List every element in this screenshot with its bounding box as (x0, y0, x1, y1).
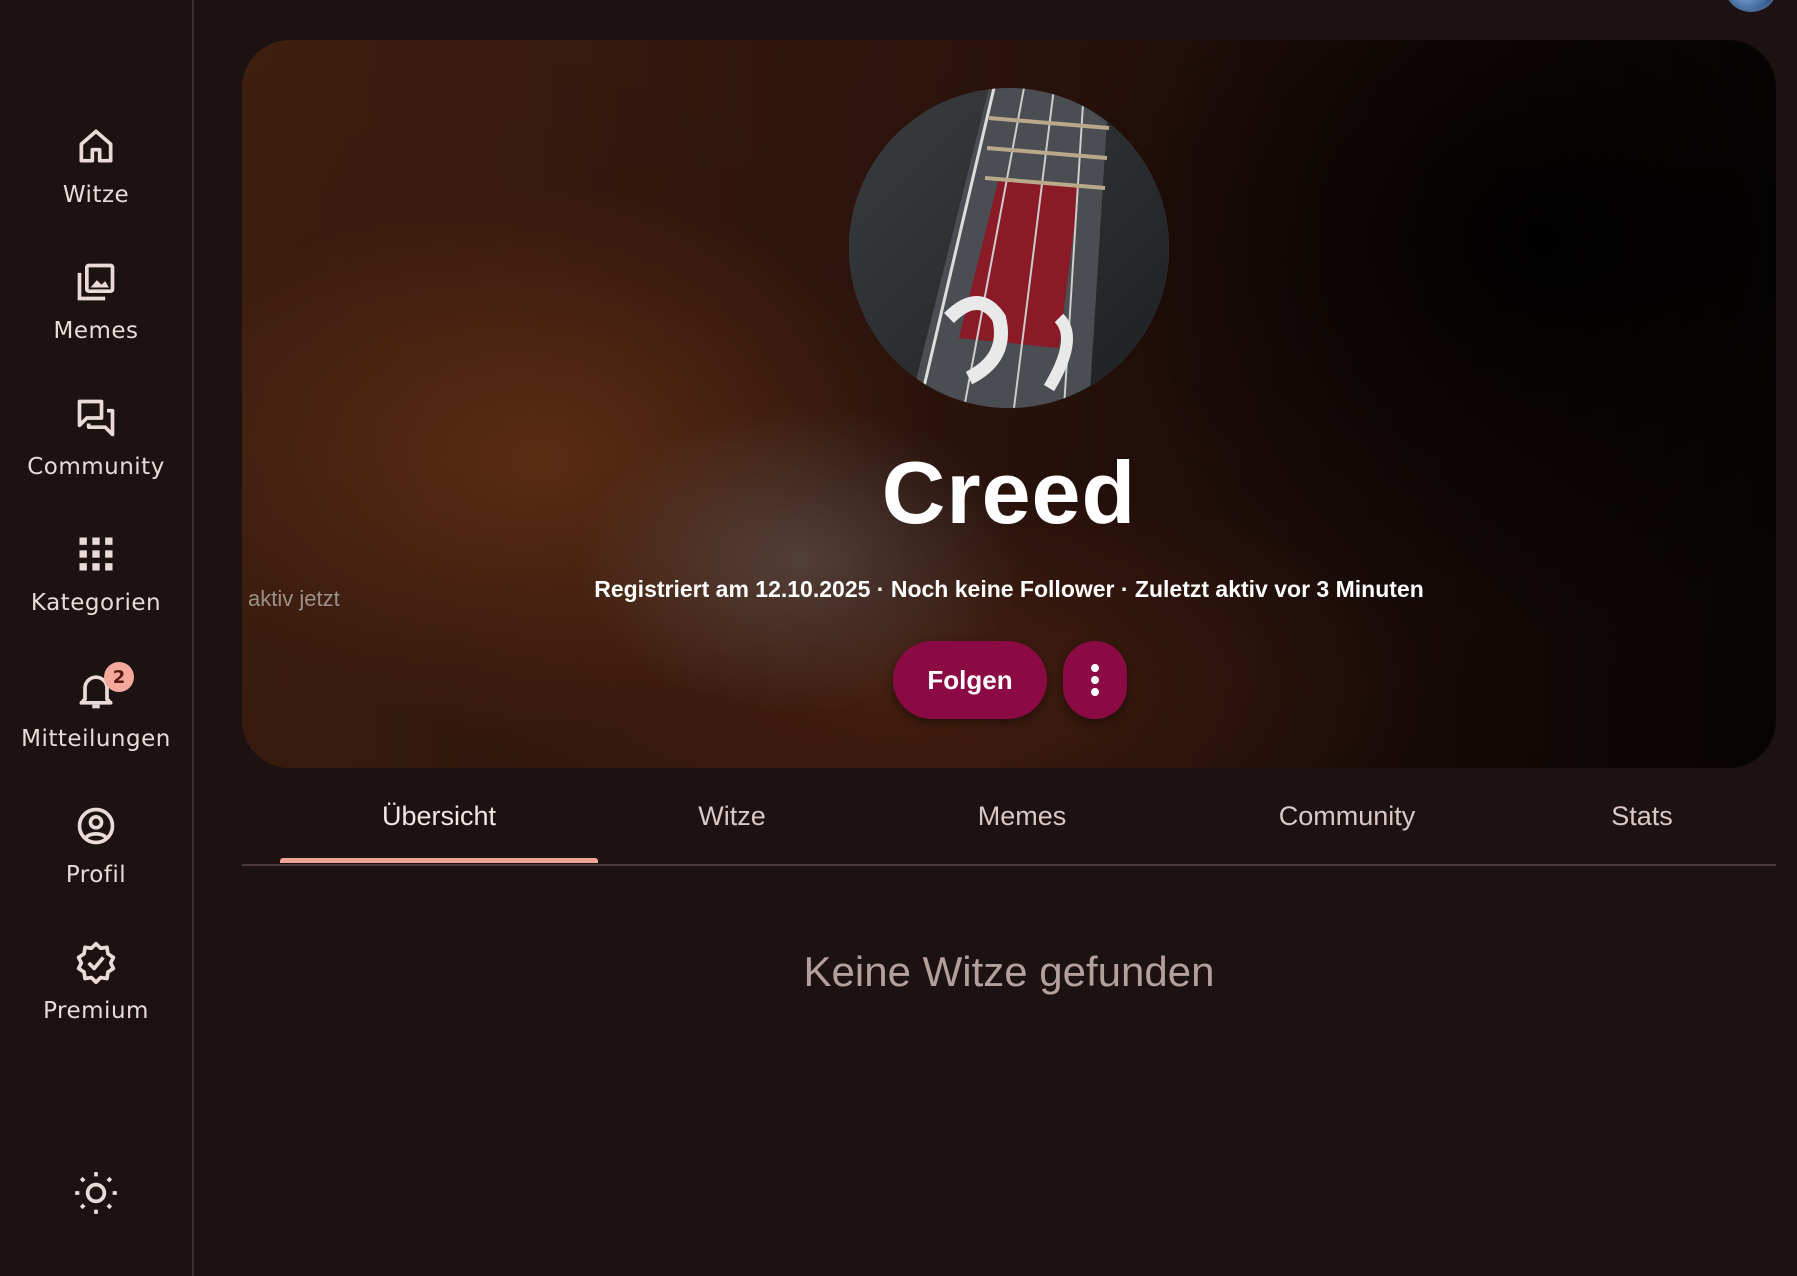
more-vert-icon (1091, 664, 1099, 696)
sun-icon (75, 1172, 117, 1214)
theme-toggle-button[interactable] (71, 1168, 121, 1218)
tab-stats[interactable]: Stats (1532, 768, 1752, 864)
active-tab-indicator (280, 858, 598, 863)
profile-avatar (849, 88, 1169, 408)
forum-icon (74, 396, 118, 440)
account-circle-icon (74, 804, 118, 848)
sidebar-item-label: Kategorien (30, 590, 162, 616)
notification-badge: 2 (104, 662, 134, 692)
verified-badge-icon (74, 940, 118, 984)
profile-tabs: Übersicht Witze Memes Community Stats (242, 768, 1776, 866)
sidebar-item-memes[interactable]: Memes (0, 240, 192, 360)
tab-uebersicht[interactable]: Übersicht (280, 768, 598, 864)
sidebar-item-label: Community (27, 454, 165, 480)
sidebar-item-label: Witze (62, 182, 130, 208)
follow-button[interactable]: Folgen (893, 641, 1047, 719)
sidebar-item-label: Profil (65, 862, 127, 888)
sidebar-item-premium[interactable]: Premium (0, 920, 192, 1040)
profile-banner: aktiv jetzt Creed Registriert am 12.10.2… (242, 40, 1776, 768)
empty-state-message: Keine Witze gefunden (803, 948, 1215, 995)
sidebar-item-label: Premium (43, 998, 149, 1024)
bell-icon: 2 (74, 662, 134, 712)
apps-grid-icon (74, 532, 118, 576)
sidebar-item-label: Mitteilungen (21, 726, 171, 752)
profile-name: Creed (881, 443, 1137, 542)
sidebar-item-mitteilungen[interactable]: 2 Mitteilungen (0, 648, 192, 768)
sidebar-item-witze[interactable]: Witze (0, 104, 192, 224)
profile-meta-info: Registriert am 12.10.2025 · Noch keine F… (594, 576, 1424, 602)
home-icon (74, 124, 118, 168)
sidebar-item-profil[interactable]: Profil (0, 784, 192, 904)
tab-memes[interactable]: Memes (872, 768, 1172, 864)
sidebar-item-community[interactable]: Community (0, 376, 192, 496)
tab-witze[interactable]: Witze (612, 768, 852, 864)
sidebar-item-label: Memes (53, 318, 139, 344)
sidebar: Witze Memes Community Kategorien 2 Mitte… (0, 0, 194, 1276)
guitar-neck-image (849, 88, 1169, 408)
image-library-icon (74, 260, 118, 304)
more-options-button[interactable] (1063, 641, 1127, 719)
tab-community[interactable]: Community (1182, 768, 1512, 864)
sidebar-item-kategorien[interactable]: Kategorien (0, 512, 192, 632)
user-avatar[interactable] (1725, 0, 1777, 12)
